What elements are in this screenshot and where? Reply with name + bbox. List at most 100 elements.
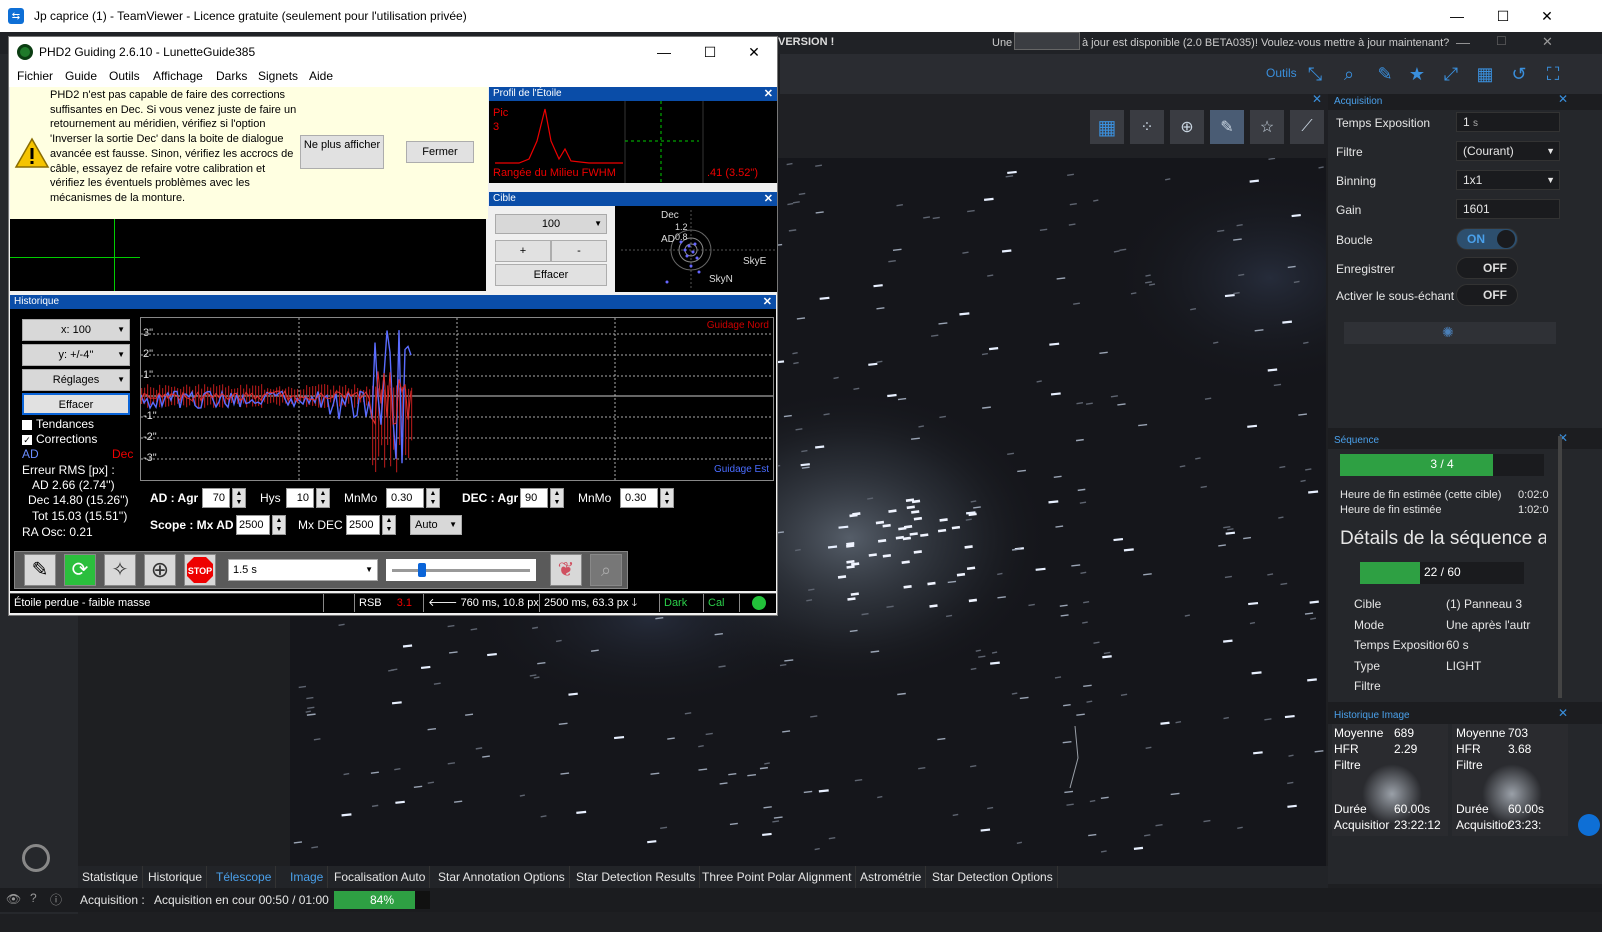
exposure-select[interactable]: 1.5 s ▼ xyxy=(228,559,378,581)
crosshair-icon[interactable]: ⊕ xyxy=(1170,110,1204,144)
image-history-close-icon[interactable]: ✕ xyxy=(1558,706,1568,720)
phd2-maximize-button[interactable]: ☐ xyxy=(687,37,733,67)
menu-guide[interactable]: Guide xyxy=(65,69,97,83)
loop-toggle[interactable]: ON xyxy=(1456,228,1518,250)
star-detect-icon[interactable]: ⁘ xyxy=(1130,110,1164,144)
frame-icon[interactable]: ⤡ xyxy=(1304,63,1326,85)
y-scale-select[interactable]: y: +/-4'' ▼ xyxy=(22,344,130,366)
teamviewer-session-icon[interactable] xyxy=(1578,814,1600,836)
grid-icon[interactable]: ▦ xyxy=(1474,63,1496,85)
trends-checkbox[interactable] xyxy=(22,420,32,430)
capture-button[interactable]: ✺ xyxy=(1344,322,1556,344)
history-clear-button[interactable]: Effacer xyxy=(22,393,130,415)
brain-icon[interactable]: ❦ xyxy=(550,554,582,586)
gamma-slider[interactable] xyxy=(386,559,536,581)
tab-image[interactable]: Image xyxy=(286,866,329,888)
tab-autofocus[interactable]: Focalisation Auto xyxy=(330,866,431,888)
subsample-toggle[interactable]: OFF xyxy=(1456,284,1518,306)
history-close-icon[interactable]: ✕ xyxy=(763,295,772,308)
auto-select-star-icon[interactable]: ✧ xyxy=(104,554,136,586)
binning-select[interactable]: 1x1 ▼ xyxy=(1456,170,1560,190)
mnmo-dec-spinner[interactable]: ▲ ▼ xyxy=(660,488,674,508)
mx-ad-spinner[interactable]: ▲ ▼ xyxy=(272,515,286,535)
ad-agr-spinner[interactable]: ▲ ▼ xyxy=(232,488,246,508)
menu-help[interactable]: Aide xyxy=(309,69,333,83)
teamviewer-mini-toolbar[interactable] xyxy=(1014,32,1080,50)
save-toggle[interactable]: OFF xyxy=(1456,257,1518,279)
hys-spinner[interactable]: ▲ ▼ xyxy=(316,488,330,508)
mx-dec-field[interactable]: 2500 xyxy=(346,515,380,535)
eye-icon[interactable]: 👁 xyxy=(6,892,21,906)
expand-icon[interactable]: ⛶ xyxy=(1542,63,1564,85)
tab-telescope[interactable]: Télescope xyxy=(212,866,277,888)
mnmo-ad-field[interactable]: 0.30 xyxy=(386,488,424,508)
info-icon[interactable]: ⓘ xyxy=(50,891,62,908)
tab-polar-alignment[interactable]: Three Point Polar Alignment xyxy=(698,866,857,888)
image-close-icon[interactable]: ✕ xyxy=(1312,92,1322,106)
tab-star-detection-results[interactable]: Star Detection Results xyxy=(572,866,701,888)
exposure-field[interactable]: 1 s xyxy=(1456,112,1560,132)
dec-agr-field[interactable]: 90 xyxy=(520,488,548,508)
close-button[interactable]: ✕ xyxy=(1524,0,1570,32)
telescope-icon[interactable]: ⟋ xyxy=(1290,110,1324,144)
wand-icon[interactable]: ✎ xyxy=(1210,110,1244,144)
slider-thumb[interactable] xyxy=(418,563,426,577)
help-icon[interactable]: ? xyxy=(30,891,37,905)
grid-view-icon[interactable]: ▦ xyxy=(1090,110,1124,144)
tab-star-annotation[interactable]: Star Annotation Options xyxy=(434,866,570,888)
phd2-close-button[interactable]: ✕ xyxy=(731,37,777,67)
star-profile-close-icon[interactable]: ✕ xyxy=(764,87,773,100)
history-icon[interactable]: ↺ xyxy=(1508,63,1530,85)
ad-agr-field[interactable]: 70 xyxy=(202,488,230,508)
pencil-icon[interactable]: ✎ xyxy=(24,554,56,586)
gain-field[interactable]: 1601 xyxy=(1456,199,1560,219)
zoom-out-button[interactable]: - xyxy=(551,240,607,262)
guide-camera-view[interactable] xyxy=(10,219,486,291)
menu-tools[interactable]: Outils xyxy=(109,69,140,83)
mode-select[interactable]: Auto ▼ xyxy=(410,515,462,535)
crop-icon[interactable]: ⤢ xyxy=(1440,63,1462,85)
x-scale-select[interactable]: x: 100 ▼ xyxy=(22,319,130,341)
acquisition-close-icon[interactable]: ✕ xyxy=(1558,92,1568,106)
loop-icon[interactable]: ⟳ xyxy=(64,554,96,586)
minimize-button[interactable]: — xyxy=(1434,0,1480,32)
update-message[interactable]: à jour est disponible (2.0 BETA035)! Vou… xyxy=(1082,37,1449,49)
nina-minimize-icon[interactable]: — xyxy=(1456,34,1470,50)
target-close-icon[interactable]: ✕ xyxy=(764,192,773,205)
phd2-minimize-button[interactable]: — xyxy=(641,37,687,67)
nina-maximize-icon[interactable]: ☐ xyxy=(1496,34,1507,48)
tab-star-detection-options[interactable]: Star Detection Options xyxy=(928,866,1058,888)
mnmo-ad-spinner[interactable]: ▲ ▼ xyxy=(426,488,440,508)
guide-crosshair-icon[interactable]: ⊕ xyxy=(144,554,176,586)
filter-select[interactable]: (Courant) ▼ xyxy=(1456,141,1560,161)
target-clear-button[interactable]: Effacer xyxy=(495,264,607,286)
tab-history[interactable]: Historique xyxy=(144,866,208,888)
close-alert-button[interactable]: Fermer xyxy=(406,141,474,163)
camera-settings-icon[interactable]: ⌕ xyxy=(590,554,622,586)
search-icon[interactable]: ⌕ xyxy=(1338,63,1360,85)
image-history-card[interactable]: Moyenne 703 HFR 3.68 Filtre Durée 60.00s… xyxy=(1452,724,1568,836)
tab-statistics[interactable]: Statistique xyxy=(78,866,144,888)
annotate-star-icon[interactable]: ☆ xyxy=(1250,110,1284,144)
settings-select[interactable]: Réglages ▼ xyxy=(22,369,130,391)
sequence-scrollbar[interactable] xyxy=(1558,436,1562,698)
menu-bookmarks[interactable]: Signets xyxy=(258,69,298,83)
menu-view[interactable]: Affichage xyxy=(153,69,203,83)
zoom-in-button[interactable]: + xyxy=(495,240,551,262)
nina-close-icon[interactable]: ✕ xyxy=(1542,34,1553,50)
menu-darks[interactable]: Darks xyxy=(216,69,247,83)
power-icon[interactable] xyxy=(22,844,50,872)
star-icon[interactable]: ★ xyxy=(1406,63,1428,85)
tab-astrometry[interactable]: Astrométrie xyxy=(856,866,927,888)
mx-ad-field[interactable]: 2500 xyxy=(236,515,270,535)
target-scale-select[interactable]: 100 ▼ xyxy=(495,214,607,234)
maximize-button[interactable]: ☐ xyxy=(1480,0,1526,32)
hys-field[interactable]: 10 xyxy=(286,488,314,508)
mnmo-dec-field[interactable]: 0.30 xyxy=(620,488,658,508)
dont-show-again-button[interactable]: Ne plus afficher xyxy=(300,135,384,169)
corrections-checkbox[interactable]: ✓ xyxy=(22,435,32,445)
stop-icon[interactable]: STOP xyxy=(184,554,216,586)
menu-file[interactable]: Fichier xyxy=(17,69,53,83)
brush-icon[interactable]: ✎ xyxy=(1374,63,1396,85)
dec-agr-spinner[interactable]: ▲ ▼ xyxy=(550,488,564,508)
